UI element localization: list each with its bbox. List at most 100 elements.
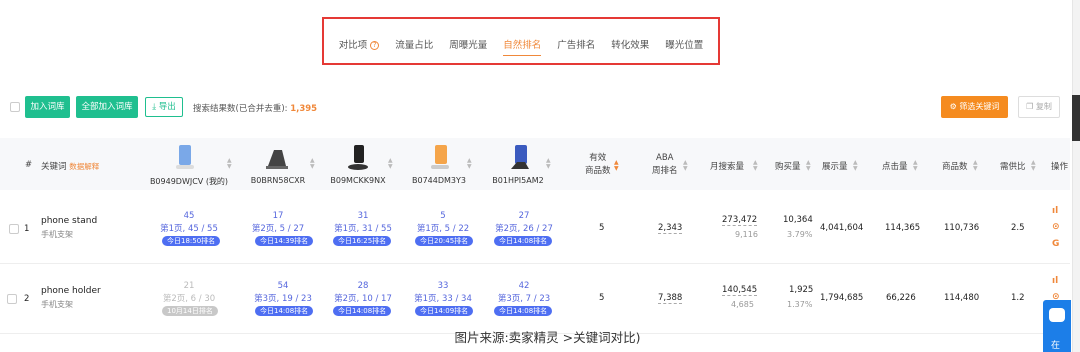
- rank-value: 27: [518, 211, 530, 221]
- filter-keywords-button[interactable]: ⚙ 筛选关键词: [941, 96, 1008, 118]
- sort-icon[interactable]: ▲ ▼: [614, 160, 619, 172]
- row-index: 1: [24, 224, 30, 234]
- rank-time-badge: 今日14:08排名: [333, 306, 392, 316]
- keyword-translation: 手机支架: [41, 230, 73, 239]
- header-purchase[interactable]: 购买量: [775, 160, 801, 172]
- header-monthly-search[interactable]: 月搜索量: [710, 160, 744, 172]
- metric-tabs-frame: 对比项? 流量占比 周曝光量 自然排名 广告排名 转化效果 曝光位置: [322, 17, 720, 65]
- row-checkbox[interactable]: [7, 294, 17, 304]
- asin-5[interactable]: B01HPI5AM2: [473, 176, 563, 185]
- rank-value: 5: [440, 211, 446, 221]
- rank-value: 42: [518, 281, 530, 291]
- sort-icon[interactable]: ▲ ▼: [753, 160, 758, 172]
- product-thumb-3[interactable]: [343, 142, 373, 172]
- tab-compare[interactable]: 对比项?: [331, 37, 388, 51]
- rank-position: 第2页, 10 / 17: [334, 294, 392, 304]
- tab-weekly-exposure[interactable]: 周曝光量: [441, 37, 495, 51]
- product-thumb-4[interactable]: [425, 142, 455, 172]
- rank-position: 第1页, 33 / 34: [414, 294, 472, 304]
- header-action: 操作: [1051, 162, 1069, 172]
- rank-value: 17: [272, 211, 284, 221]
- header-valid-products[interactable]: 有效 商品数: [585, 152, 611, 178]
- chat-widget[interactable]: 在: [1043, 300, 1071, 352]
- rank-time-badge: 今日18:50排名: [162, 236, 221, 246]
- products-value: 114,480: [944, 293, 980, 303]
- purchase-value: 10,364: [783, 215, 813, 225]
- rank-value: 54: [277, 281, 289, 291]
- rank-position: 第3页, 19 / 23: [254, 294, 312, 304]
- sort-icon[interactable]: ▲ ▼: [913, 160, 918, 172]
- header-keyword: 关键词 数据解释: [41, 162, 100, 172]
- sort-icon[interactable]: ▲ ▼: [546, 158, 551, 170]
- rank-value: 45: [183, 211, 195, 221]
- data-explain-link[interactable]: 数据解释: [69, 162, 99, 171]
- sort-icon[interactable]: ▲ ▼: [973, 160, 978, 172]
- row-checkbox[interactable]: [9, 224, 19, 234]
- tab-traffic-share[interactable]: 流量占比: [387, 37, 441, 51]
- metric-tabs: 对比项? 流量占比 周曝光量 自然排名 广告排名 转化效果 曝光位置: [324, 37, 718, 56]
- export-button[interactable]: ⤓ 导出: [145, 97, 183, 117]
- toolbar: 加入词库 全部加入词库 ⤓ 导出 搜索结果数(已合并去重): 1,395 ⚙ 筛…: [0, 96, 1070, 120]
- rank-value: 31: [357, 211, 369, 221]
- aba-rank-value[interactable]: 7,388: [658, 293, 683, 304]
- clicks-value: 66,226: [886, 293, 916, 303]
- google-icon[interactable]: G: [1052, 239, 1059, 249]
- monthly-search-value[interactable]: 273,472: [722, 215, 758, 226]
- header-products[interactable]: 商品数: [942, 160, 968, 172]
- sort-icon[interactable]: ▲ ▼: [388, 158, 393, 170]
- copy-button[interactable]: ❐ 复制: [1018, 96, 1060, 118]
- tab-exposure-position[interactable]: 曝光位置: [657, 37, 711, 51]
- valid-products-value: 5: [599, 223, 605, 233]
- asin-1[interactable]: B0949DWJCV (我的): [144, 176, 234, 187]
- chat-icon: [1049, 308, 1065, 322]
- asin-2[interactable]: B0BRN58CXR: [233, 176, 323, 185]
- add-lexicon-button[interactable]: 加入词库: [25, 96, 70, 118]
- side-handle[interactable]: [1072, 95, 1080, 141]
- asin-4[interactable]: B0744DM3Y3: [394, 176, 484, 185]
- aba-rank-value[interactable]: 2,343: [658, 223, 683, 234]
- rank-time-badge: 今日20:45排名: [415, 236, 474, 246]
- rank-position: 第1页, 5 / 22: [416, 224, 470, 234]
- rank-position: 第1页, 31 / 55: [334, 224, 392, 234]
- rank-value: 21: [183, 281, 195, 291]
- tab-organic-rank[interactable]: 自然排名: [495, 37, 549, 56]
- product-thumb-2[interactable]: [262, 142, 292, 172]
- sort-icon[interactable]: ▲ ▼: [683, 160, 688, 172]
- product-thumb-1[interactable]: [170, 142, 200, 172]
- keyword[interactable]: phone holder: [41, 286, 101, 296]
- monthly-search-value[interactable]: 140,545: [722, 285, 758, 296]
- header-impressions[interactable]: 展示量: [822, 160, 848, 172]
- header-clicks[interactable]: 点击量: [882, 160, 908, 172]
- rank-position: 第3页, 7 / 23: [497, 294, 551, 304]
- sort-icon[interactable]: ▲ ▼: [806, 160, 811, 172]
- rank-time-badge: 今日14:09排名: [415, 306, 474, 316]
- table-row: 2 phone holder 手机支架 21 第2页, 6 / 30 10月14…: [0, 264, 1070, 334]
- sort-icon[interactable]: ▲ ▼: [1031, 160, 1036, 172]
- select-all-checkbox[interactable]: [10, 102, 20, 112]
- supply-ratio-value: 2.5: [1011, 223, 1025, 233]
- purchase-percent: 3.79%: [787, 230, 813, 239]
- more-icon[interactable]: ⊙: [1052, 222, 1060, 232]
- sort-icon[interactable]: ▲ ▼: [853, 160, 858, 172]
- asin-3[interactable]: B09MCKK9NX: [313, 176, 403, 185]
- rank-time-badge: 10月14日排名: [162, 306, 218, 316]
- valid-products-value: 5: [599, 293, 605, 303]
- bar-chart-icon[interactable]: ıl: [1052, 276, 1058, 286]
- impressions-value: 1,794,685: [820, 293, 864, 303]
- sort-icon[interactable]: ▲ ▼: [467, 158, 472, 170]
- keyword[interactable]: phone stand: [41, 216, 97, 226]
- supply-ratio-value: 1.2: [1011, 293, 1025, 303]
- header-aba-rank[interactable]: ABA 周排名: [652, 152, 678, 178]
- rank-position: 第1页, 45 / 55: [160, 224, 218, 234]
- sort-icon[interactable]: ▲ ▼: [310, 158, 315, 170]
- header-supply-ratio[interactable]: 需供比: [1000, 160, 1026, 172]
- product-thumb-5[interactable]: [505, 142, 535, 172]
- table-header: # 关键词 数据解释 B0949DWJCV (我的) B0BRN58CXR B0…: [0, 138, 1070, 190]
- bar-chart-icon[interactable]: ıl: [1052, 206, 1058, 216]
- help-icon[interactable]: ?: [370, 41, 380, 50]
- tab-conversion[interactable]: 转化效果: [603, 37, 657, 51]
- tab-ad-rank[interactable]: 广告排名: [549, 37, 603, 51]
- products-value: 110,736: [944, 223, 980, 233]
- sort-icon[interactable]: ▲ ▼: [227, 158, 232, 170]
- add-all-lexicon-button[interactable]: 全部加入词库: [76, 96, 138, 118]
